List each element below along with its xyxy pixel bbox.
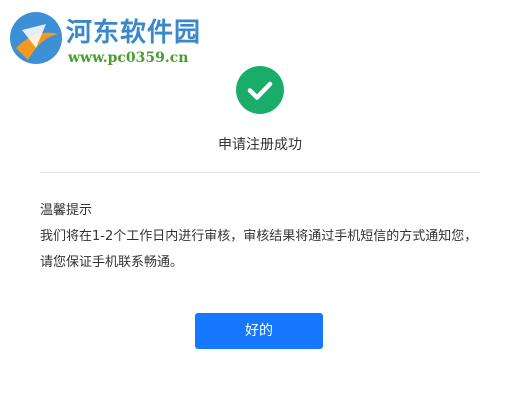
watermark-title: 河东软件园: [66, 18, 202, 48]
watermark-logo-icon: [10, 12, 62, 64]
watermark-logo: 河东软件园 www.pc0359.cn: [6, 8, 226, 70]
registration-success-page: 河东软件园 www.pc0359.cn 申请注册成功 温馨提示 我们将在1-2个…: [0, 0, 520, 412]
notice-section: 温馨提示 我们将在1-2个工作日内进行审核，审核结果将通过手机短信的方式通知您，…: [40, 198, 480, 276]
watermark-url: www.pc0359.cn: [68, 50, 189, 66]
notice-body: 我们将在1-2个工作日内进行审核，审核结果将通过手机短信的方式通知您，请您保证手…: [40, 229, 478, 270]
ok-button[interactable]: 好的: [195, 313, 323, 349]
check-circle-icon: [236, 66, 284, 114]
notice-heading: 温馨提示: [40, 203, 93, 218]
divider: [40, 172, 480, 173]
success-title: 申请注册成功: [218, 137, 302, 153]
